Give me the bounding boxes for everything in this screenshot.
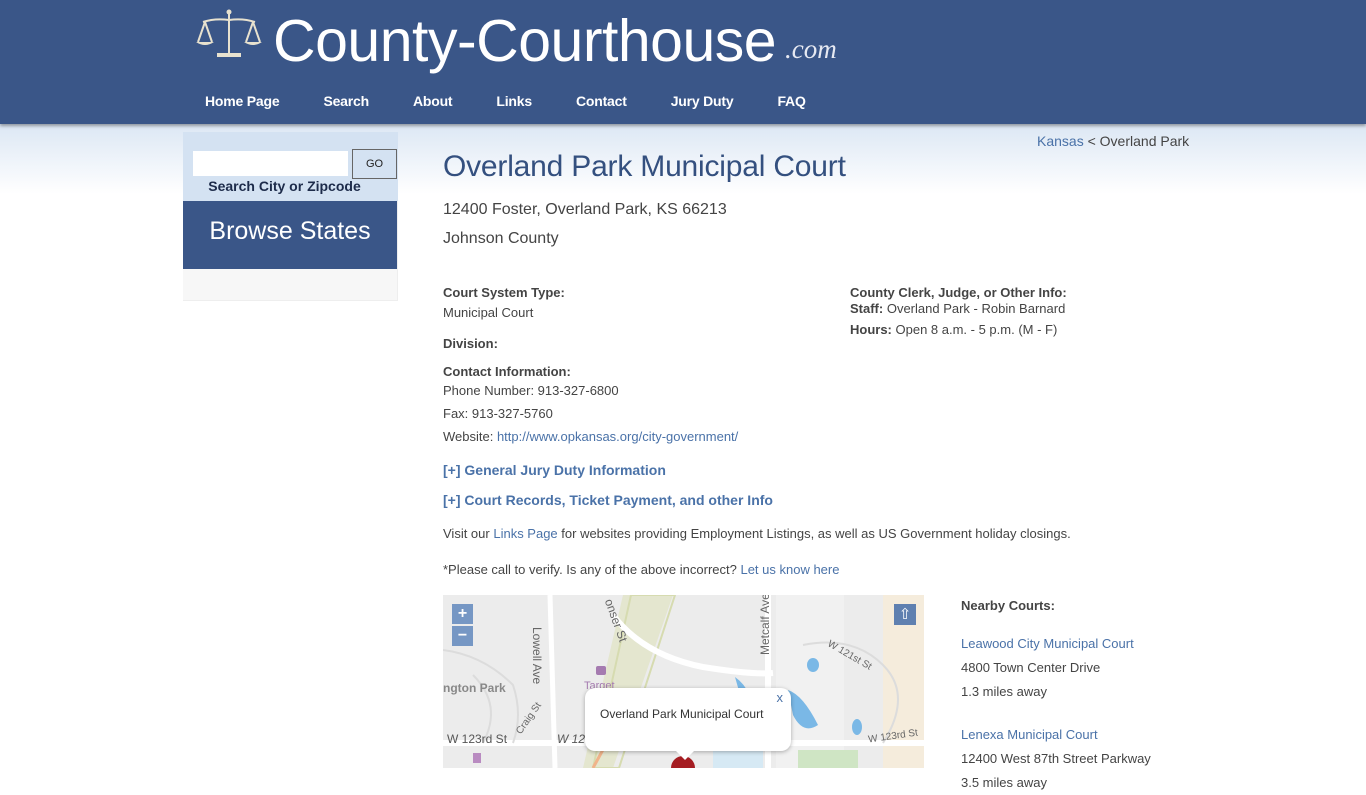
map-fullscreen-button[interactable]: ⇧ (894, 604, 916, 625)
nav-home-page[interactable]: Home Page (183, 88, 301, 114)
phone-number: Phone Number: 913-327-6800 (443, 383, 619, 398)
contact-block: Contact Information: Phone Number: 913-3… (443, 364, 738, 448)
map-zoom-out-button[interactable]: − (452, 626, 473, 646)
court-map[interactable]: Lowell Ave Metcalf Ave onser St Target n… (443, 595, 924, 768)
court-address: 12400 Foster, Overland Park, KS 66213 (443, 201, 727, 218)
links-para-prefix: Visit our (443, 526, 494, 541)
site-logo-tld: .com (785, 34, 837, 64)
nearby-court-link[interactable]: Lenexa Municipal Court (961, 723, 1191, 747)
nav-jury-duty[interactable]: Jury Duty (649, 88, 756, 114)
nav-links[interactable]: Links (474, 88, 554, 114)
map-label-w123-left: W 123rd St (447, 732, 508, 746)
breadcrumb-state-link[interactable]: Kansas (1037, 133, 1084, 149)
nearby-court-address: 12400 West 87th Street Parkway (961, 751, 1151, 766)
nearby-courts-heading: Nearby Courts: (961, 598, 1055, 613)
website-row: Website: http://www.opkansas.org/city-go… (443, 425, 738, 448)
nearby-courts: Nearby Courts: Leawood City Municipal Co… (961, 598, 1191, 795)
website-link[interactable]: http://www.opkansas.org/city-government/ (497, 429, 738, 444)
division-label: Division: (443, 336, 498, 351)
court-records-toggle[interactable]: [+] Court Records, Ticket Payment, and o… (443, 492, 773, 508)
nearby-court-link[interactable]: Leawood City Municipal Court (961, 632, 1191, 656)
contact-label: Contact Information: (443, 364, 571, 379)
nearby-court-distance: 1.3 miles away (961, 684, 1047, 699)
verify-paragraph: *Please call to verify. Is any of the ab… (443, 562, 839, 577)
map-popup-text: Overland Park Municipal Court (600, 707, 764, 721)
site-header: County-Courthouse .com Home Page Search … (0, 0, 1366, 124)
other-info-block: County Clerk, Judge, or Other Info: Staf… (850, 285, 1067, 341)
scales-of-justice-icon (196, 9, 262, 57)
nav-faq[interactable]: FAQ (755, 88, 827, 114)
website-label: Website: (443, 429, 497, 444)
system-type-block: Court System Type: Municipal Court (443, 285, 565, 320)
staff-row: Staff: Overland Park - Robin Barnard (850, 300, 1067, 318)
map-label-w123-mid: W 12 (557, 732, 586, 746)
breadcrumb-separator: < (1083, 133, 1100, 149)
nearby-court-item: Lenexa Municipal Court 12400 West 87th S… (961, 723, 1191, 795)
fax-number: Fax: 913-327-5760 (443, 406, 553, 421)
report-error-link[interactable]: Let us know here (740, 562, 839, 577)
nearby-court-distance: 3.5 miles away (961, 775, 1047, 790)
breadcrumb: Kansas < Overland Park (1037, 133, 1189, 149)
court-county: Johnson County (443, 230, 559, 247)
city-search-box: GO Search City or Zipcode (183, 132, 398, 201)
hours-value: Open 8 a.m. - 5 p.m. (M - F) (891, 322, 1058, 337)
map-popup: Overland Park Municipal Court x (585, 688, 791, 751)
nearby-court-item: Leawood City Municipal Court 4800 Town C… (961, 632, 1191, 704)
other-info-label: County Clerk, Judge, or Other Info: (850, 285, 1067, 300)
system-type-value: Municipal Court (443, 305, 534, 320)
map-popup-close-button[interactable]: x (777, 690, 784, 705)
nav-contact[interactable]: Contact (554, 88, 649, 114)
hours-label: Hours: (850, 322, 892, 337)
links-page-paragraph: Visit our Links Page for websites provid… (443, 526, 1071, 541)
map-label-park: ngton Park (443, 681, 506, 695)
go-button[interactable]: GO (352, 149, 397, 179)
hours-row: Hours: Open 8 a.m. - 5 p.m. (M - F) (850, 318, 1067, 341)
map-label-lowell: Lowell Ave (530, 627, 544, 685)
search-label: Search City or Zipcode (208, 178, 361, 194)
main-nav: Home Page Search About Links Contact Jur… (183, 88, 828, 114)
breadcrumb-city: Overland Park (1099, 133, 1190, 149)
verify-para-prefix: *Please call to verify. Is any of the ab… (443, 562, 741, 577)
map-park-area (798, 750, 858, 768)
city-zip-search-input[interactable] (193, 151, 348, 176)
map-popup-tip (675, 750, 695, 760)
site-logo-text[interactable]: County-Courthouse (273, 6, 777, 76)
sidebar: GO Search City or Zipcode Browse States (183, 132, 398, 301)
map-label-metcalf: Metcalf Ave (758, 595, 772, 655)
jury-duty-toggle[interactable]: [+] General Jury Duty Information (443, 462, 666, 478)
staff-value: Overland Park - Robin Barnard (883, 301, 1066, 316)
links-page-link[interactable]: Links Page (493, 526, 557, 541)
staff-label: Staff: (850, 301, 884, 316)
nav-about[interactable]: About (391, 88, 474, 114)
browse-states-button[interactable]: Browse States (183, 201, 397, 269)
nearby-court-address: 4800 Town Center Drive (961, 660, 1101, 675)
map-shop-icon (596, 666, 606, 675)
nav-search[interactable]: Search (301, 88, 391, 114)
page-title: Overland Park Municipal Court (443, 150, 846, 183)
system-type-label: Court System Type: (443, 285, 565, 300)
map-zoom-in-button[interactable]: + (452, 604, 473, 624)
links-para-suffix: for websites providing Employment Listin… (557, 526, 1071, 541)
